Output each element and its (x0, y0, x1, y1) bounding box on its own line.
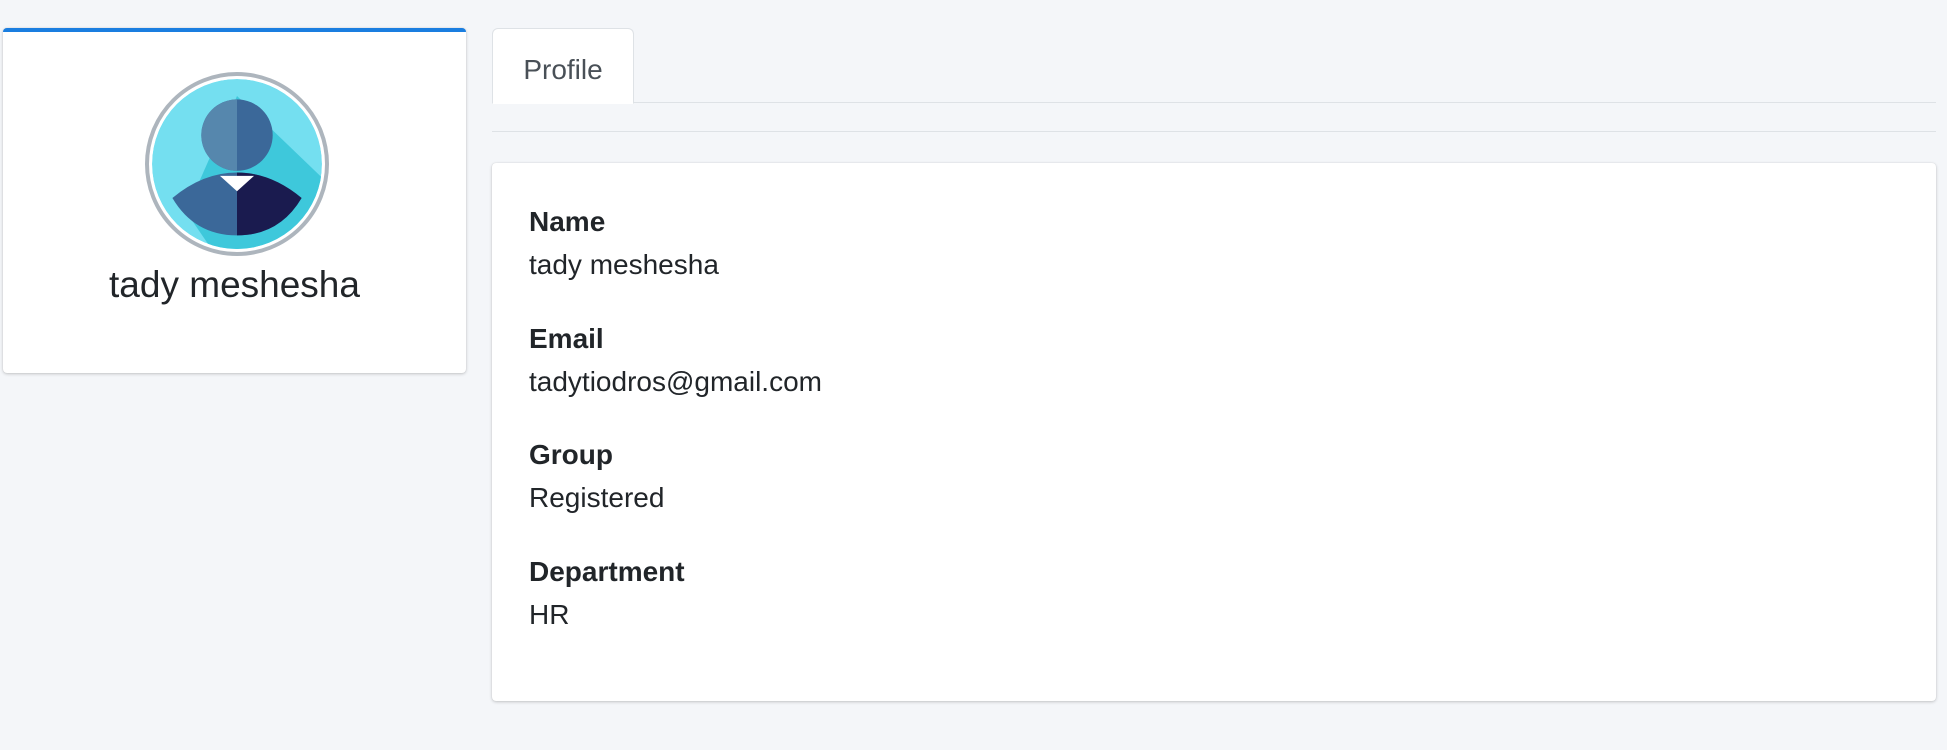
email-field: Email tadytiodros@gmail.com (529, 320, 822, 401)
user-avatar-icon (145, 72, 329, 256)
email-value: tadytiodros@gmail.com (529, 366, 822, 397)
name-field: Name tady meshesha (529, 203, 719, 284)
profile-details-card: Name tady meshesha Email tadytiodros@gma… (492, 163, 1936, 701)
tab-profile[interactable]: Profile (492, 28, 634, 104)
department-field: Department HR (529, 553, 685, 634)
profile-display-name: tady meshesha (109, 264, 360, 305)
group-field: Group Registered (529, 436, 664, 517)
name-label: Name (529, 206, 606, 237)
name-value: tady meshesha (529, 249, 719, 280)
department-value: HR (529, 599, 570, 630)
group-label: Group (529, 439, 613, 470)
section-divider (492, 131, 1936, 132)
profile-card: tady meshesha (3, 28, 466, 373)
group-value: Registered (529, 482, 665, 513)
department-label: Department (529, 556, 685, 587)
email-label: Email (529, 323, 604, 354)
tab-bar: Profile (492, 28, 1936, 104)
